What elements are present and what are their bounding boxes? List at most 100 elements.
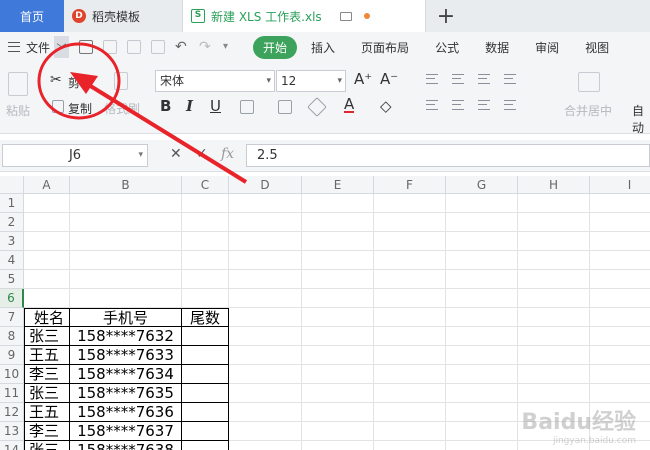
column-header-d[interactable]: D xyxy=(229,176,302,194)
insert-function-button[interactable]: fx xyxy=(221,146,234,162)
tab-start[interactable]: 开始 xyxy=(253,35,298,59)
border-icon[interactable] xyxy=(240,100,254,114)
row-header-3[interactable]: 3 xyxy=(0,232,24,251)
column-header-h[interactable]: H xyxy=(518,176,590,194)
confirm-icon[interactable]: ✓ xyxy=(196,146,208,162)
table-header-cell[interactable]: 手机号 xyxy=(70,308,182,327)
tab-insert[interactable]: 插入 xyxy=(311,39,335,56)
align-right-icon[interactable] xyxy=(478,100,490,110)
table-cell[interactable]: 王五 xyxy=(24,346,70,365)
table-cell[interactable] xyxy=(182,441,229,450)
name-box[interactable]: J6 ▾ xyxy=(2,144,148,167)
tab-review[interactable]: 审阅 xyxy=(535,39,559,56)
font-name-select[interactable]: 宋体 ▾ xyxy=(155,70,275,92)
formula-input[interactable]: 2.5 xyxy=(246,144,650,167)
table-cell[interactable] xyxy=(182,403,229,422)
export-pdf-icon[interactable] xyxy=(103,40,118,54)
shrink-font-button[interactable]: A⁻ xyxy=(380,70,398,88)
align-bottom-icon[interactable] xyxy=(478,74,490,84)
wrap-icon[interactable] xyxy=(504,74,516,84)
justify-icon[interactable] xyxy=(504,100,516,110)
column-header-e[interactable]: E xyxy=(302,176,374,194)
row-header-7[interactable]: 7 xyxy=(0,308,24,327)
table-cell[interactable] xyxy=(182,327,229,346)
table-header-cell[interactable]: 尾数 xyxy=(182,308,229,327)
tab-formulas[interactable]: 公式 xyxy=(435,39,459,56)
table-header-cell[interactable]: 姓名 xyxy=(24,308,70,327)
row-header-11[interactable]: 11 xyxy=(0,384,24,403)
table-cell[interactable]: 李三 xyxy=(24,365,70,384)
table-cell[interactable]: 张三 xyxy=(24,384,70,403)
column-header-i[interactable]: I xyxy=(590,176,650,194)
table-cell[interactable]: 张三 xyxy=(24,441,70,450)
redo-icon[interactable]: ↷ xyxy=(199,40,213,54)
select-all-corner[interactable] xyxy=(0,176,24,194)
table-cell[interactable] xyxy=(182,384,229,403)
tab-data[interactable]: 数据 xyxy=(485,39,509,56)
row-header-2[interactable]: 2 xyxy=(0,213,24,232)
underline-button[interactable]: U xyxy=(210,97,221,115)
column-header-f[interactable]: F xyxy=(374,176,446,194)
cancel-icon[interactable]: ✕ xyxy=(170,146,182,162)
column-header-b[interactable]: B xyxy=(70,176,182,194)
table-cell[interactable]: 158****7635 xyxy=(70,384,182,403)
row-header-6[interactable]: 6 xyxy=(0,289,24,308)
fill-color-icon[interactable] xyxy=(307,97,327,117)
align-middle-icon[interactable] xyxy=(452,74,464,84)
tab-home[interactable]: 首页 xyxy=(0,0,64,32)
column-header-g[interactable]: G xyxy=(446,176,518,194)
border-style-icon[interactable] xyxy=(278,100,292,114)
align-top-icon[interactable] xyxy=(426,74,438,84)
merge-center-button[interactable]: 合并居中 xyxy=(564,102,612,119)
font-size-select[interactable]: 12 ▾ xyxy=(276,70,346,92)
font-color-button[interactable]: A xyxy=(344,97,355,113)
column-header-c[interactable]: C xyxy=(182,176,229,194)
table-cell[interactable]: 李三 xyxy=(24,422,70,441)
table-cell[interactable]: 158****7637 xyxy=(70,422,182,441)
merge-center-icon[interactable] xyxy=(578,72,600,92)
file-dropdown-button[interactable]: ﹀ xyxy=(54,36,70,58)
tab-view[interactable]: 视图 xyxy=(585,39,609,56)
table-cell[interactable]: 158****7633 xyxy=(70,346,182,365)
table-cell[interactable]: 158****7634 xyxy=(70,365,182,384)
customize-quick-access-icon[interactable]: ▾ xyxy=(223,40,237,54)
print-preview-icon[interactable] xyxy=(151,40,166,54)
row-header-13[interactable]: 13 xyxy=(0,422,24,441)
paste-button[interactable]: 粘贴 xyxy=(6,102,30,119)
format-painter-icon[interactable] xyxy=(114,72,128,90)
tab-document[interactable]: S 新建 XLS 工作表.xls xyxy=(182,0,426,32)
table-cell[interactable]: 张三 xyxy=(24,327,70,346)
auto-wrap-button[interactable]: 自动 xyxy=(632,102,650,136)
row-header-12[interactable]: 12 xyxy=(0,403,24,422)
row-header-1[interactable]: 1 xyxy=(0,194,24,213)
row-header-8[interactable]: 8 xyxy=(0,327,24,346)
table-cell[interactable] xyxy=(182,422,229,441)
align-left-icon[interactable] xyxy=(426,100,438,110)
hamburger-icon[interactable] xyxy=(8,42,20,52)
row-header-4[interactable]: 4 xyxy=(0,251,24,270)
column-header-a[interactable]: A xyxy=(24,176,70,194)
row-header-5[interactable]: 5 xyxy=(0,270,24,289)
file-menu[interactable]: 文件 xyxy=(26,39,50,56)
table-cell[interactable] xyxy=(182,346,229,365)
table-cell[interactable]: 王五 xyxy=(24,403,70,422)
table-cell[interactable] xyxy=(182,365,229,384)
clear-format-icon[interactable]: ◇ xyxy=(380,97,392,115)
row-header-10[interactable]: 10 xyxy=(0,365,24,384)
monitor-icon[interactable] xyxy=(339,11,352,21)
print-icon[interactable] xyxy=(127,40,142,54)
bold-button[interactable]: B xyxy=(160,97,171,115)
italic-button[interactable]: I xyxy=(186,97,193,115)
table-cell[interactable]: 158****7638 xyxy=(70,441,182,450)
cut-button[interactable]: 剪切 xyxy=(68,74,92,91)
tab-templates[interactable]: D 稻壳模板 xyxy=(64,0,182,32)
format-painter-button[interactable]: 格式刷 xyxy=(104,100,140,117)
align-center-icon[interactable] xyxy=(452,100,464,110)
paste-icon[interactable] xyxy=(8,72,28,96)
save-icon[interactable] xyxy=(79,40,94,54)
undo-icon[interactable]: ↶ xyxy=(175,40,189,54)
tab-page-layout[interactable]: 页面布局 xyxy=(361,39,409,56)
copy-button[interactable]: 复制 xyxy=(68,100,92,117)
new-tab-button[interactable]: + xyxy=(426,0,466,32)
table-cell[interactable]: 158****7632 xyxy=(70,327,182,346)
